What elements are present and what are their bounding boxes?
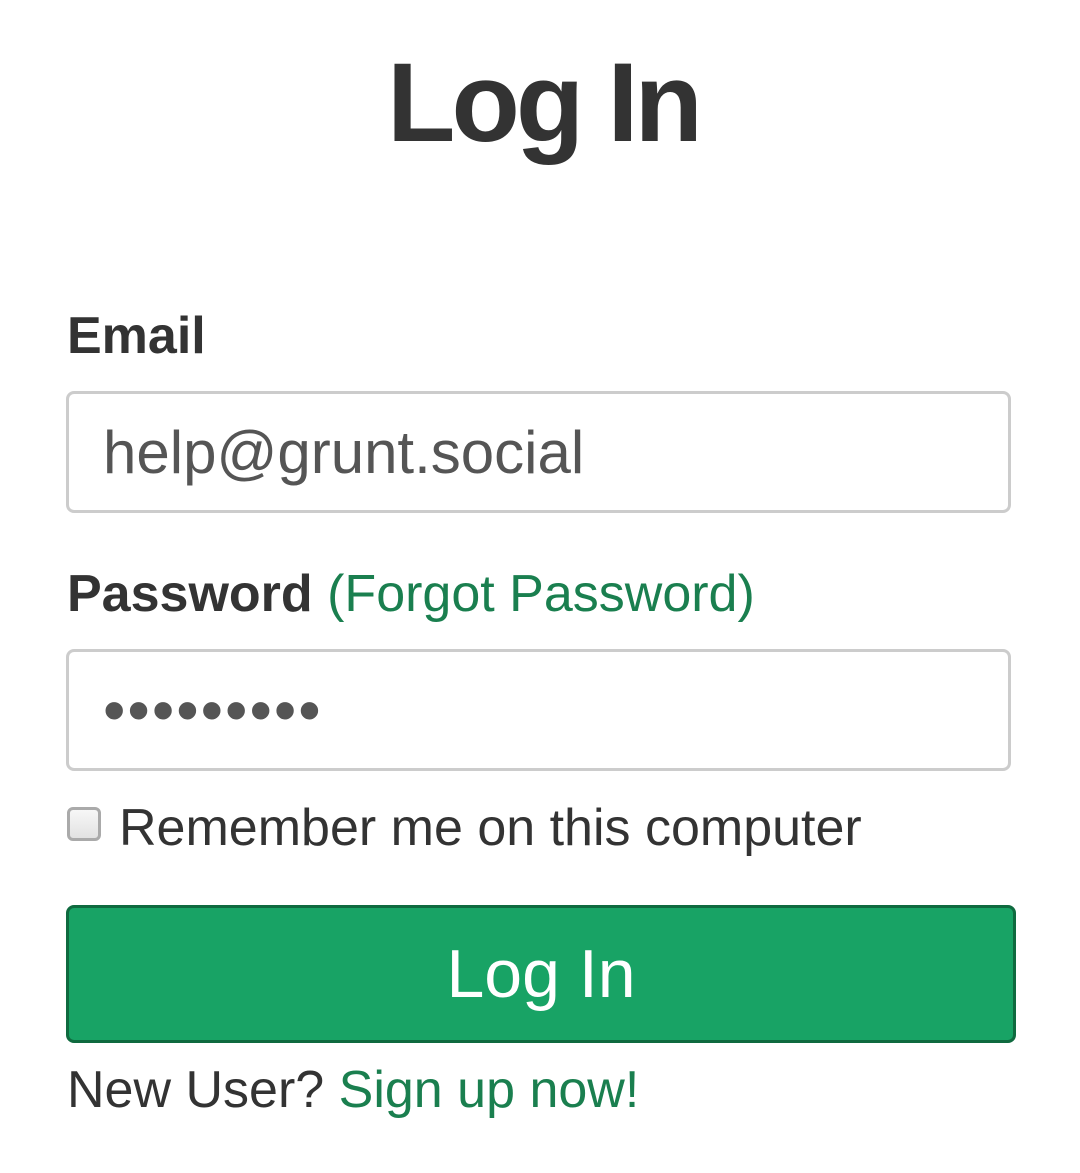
page-title: Log In bbox=[387, 40, 703, 165]
email-label: Email bbox=[67, 307, 206, 365]
password-label: Password bbox=[67, 565, 313, 623]
signup-link[interactable]: Sign up now! bbox=[339, 1061, 640, 1119]
remember-me-checkbox[interactable] bbox=[67, 807, 101, 841]
password-label-row: Password (Forgot Password) bbox=[67, 564, 755, 624]
signup-row: New User? Sign up now! bbox=[67, 1060, 639, 1120]
remember-me-label[interactable]: Remember me on this computer bbox=[119, 798, 862, 858]
remember-me-row: Remember me on this computer bbox=[67, 793, 862, 863]
login-button[interactable]: Log In bbox=[66, 905, 1016, 1043]
new-user-text: New User? bbox=[67, 1061, 325, 1119]
email-field[interactable] bbox=[66, 391, 1011, 513]
password-field[interactable] bbox=[66, 649, 1011, 771]
forgot-password-link[interactable]: (Forgot Password) bbox=[327, 565, 755, 623]
